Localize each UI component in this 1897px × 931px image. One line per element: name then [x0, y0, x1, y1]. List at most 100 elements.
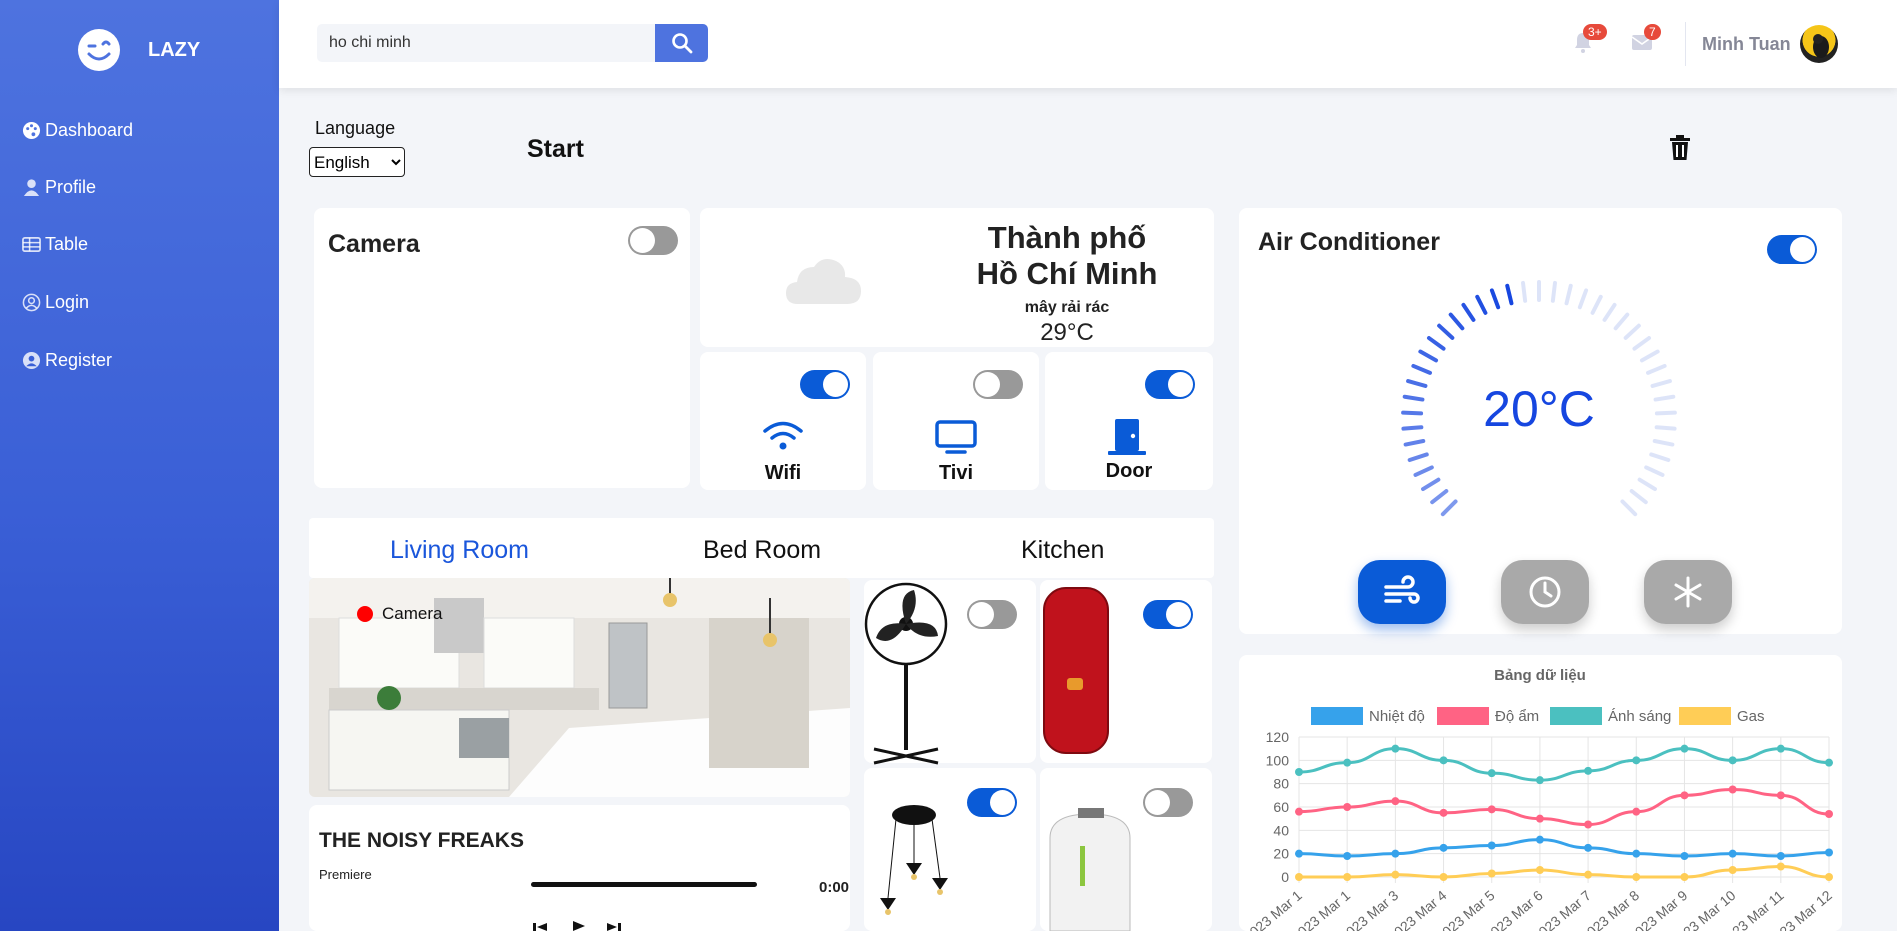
- sidebar-item-register[interactable]: Register: [22, 350, 112, 371]
- data-point[interactable]: [1728, 849, 1737, 858]
- data-point[interactable]: [1391, 797, 1400, 806]
- legend-label[interactable]: Gas: [1737, 708, 1765, 725]
- door-icon: [1108, 419, 1146, 455]
- data-point[interactable]: [1391, 870, 1400, 879]
- previous-icon[interactable]: [533, 923, 553, 931]
- data-point[interactable]: [1680, 744, 1689, 753]
- data-point[interactable]: [1776, 744, 1785, 753]
- data-point[interactable]: [1535, 776, 1544, 785]
- language-select[interactable]: English: [309, 147, 405, 177]
- data-point[interactable]: [1535, 814, 1544, 823]
- device-card-wifi: Wifi: [700, 352, 866, 490]
- messages-button[interactable]: 7: [1630, 24, 1661, 56]
- data-point[interactable]: [1632, 807, 1641, 816]
- start-button[interactable]: Start: [527, 135, 584, 164]
- sidebar-item-login[interactable]: Login: [22, 292, 89, 313]
- speaker-toggle[interactable]: [1143, 600, 1193, 629]
- data-point[interactable]: [1632, 873, 1641, 881]
- data-point[interactable]: [1535, 835, 1544, 844]
- data-point[interactable]: [1487, 841, 1496, 850]
- data-point[interactable]: [1776, 852, 1785, 860]
- data-point[interactable]: [1487, 769, 1496, 778]
- data-point[interactable]: [1584, 843, 1593, 852]
- data-point[interactable]: [1391, 744, 1400, 753]
- data-point[interactable]: [1776, 862, 1785, 871]
- data-point[interactable]: [1343, 803, 1352, 811]
- data-point[interactable]: [1391, 849, 1400, 858]
- data-point[interactable]: [1680, 852, 1689, 860]
- legend-swatch: [1311, 707, 1363, 725]
- sidebar-item-label: Login: [45, 292, 90, 312]
- data-point[interactable]: [1295, 873, 1303, 881]
- trash-icon[interactable]: [1669, 135, 1691, 161]
- ac-mode-timer-button[interactable]: [1501, 560, 1589, 624]
- purifier-toggle[interactable]: [1143, 788, 1193, 817]
- sidebar-item-table[interactable]: Table: [22, 234, 88, 255]
- dial-tick: [1654, 425, 1677, 431]
- data-point[interactable]: [1825, 848, 1833, 857]
- wifi-toggle[interactable]: [800, 370, 850, 399]
- speaker-icon: [1043, 587, 1109, 754]
- dial-tick: [1437, 323, 1455, 340]
- data-point[interactable]: [1584, 820, 1593, 829]
- search-button[interactable]: [655, 24, 708, 62]
- data-point[interactable]: [1439, 756, 1448, 765]
- y-tick-label: 120: [1266, 729, 1290, 745]
- data-point[interactable]: [1825, 810, 1833, 818]
- data-point[interactable]: [1632, 849, 1641, 858]
- cloud-icon: [786, 259, 861, 304]
- camera-toggle[interactable]: [628, 226, 678, 255]
- search-input[interactable]: [317, 24, 659, 62]
- data-point[interactable]: [1584, 870, 1593, 879]
- device-label: Door: [1105, 460, 1153, 482]
- data-point[interactable]: [1295, 768, 1303, 776]
- data-point[interactable]: [1680, 873, 1689, 881]
- data-point[interactable]: [1439, 808, 1448, 817]
- data-point[interactable]: [1632, 756, 1641, 765]
- data-point[interactable]: [1439, 873, 1448, 881]
- sidebar-item-dashboard[interactable]: Dashboard: [22, 120, 133, 141]
- tab-living-room[interactable]: Living Room: [390, 536, 529, 565]
- brand[interactable]: LAZY: [78, 29, 200, 71]
- data-point[interactable]: [1680, 791, 1689, 800]
- topbar-divider: [1685, 22, 1686, 66]
- tivi-toggle[interactable]: [973, 370, 1023, 399]
- data-point[interactable]: [1487, 869, 1496, 878]
- data-point[interactable]: [1295, 807, 1303, 816]
- lamp-toggle[interactable]: [967, 788, 1017, 817]
- data-point[interactable]: [1728, 756, 1737, 765]
- data-point[interactable]: [1487, 805, 1496, 814]
- weather-card: Thành phố Hồ Chí Minh mây rải rác 29°C: [700, 208, 1214, 347]
- door-toggle[interactable]: [1145, 370, 1195, 399]
- legend-swatch: [1550, 707, 1602, 725]
- data-point[interactable]: [1776, 791, 1785, 800]
- data-point[interactable]: [1343, 758, 1352, 767]
- avatar[interactable]: [1800, 25, 1838, 63]
- data-point[interactable]: [1295, 849, 1303, 858]
- data-point[interactable]: [1439, 843, 1448, 852]
- tab-kitchen[interactable]: Kitchen: [1021, 536, 1104, 565]
- data-point[interactable]: [1825, 873, 1833, 881]
- data-point[interactable]: [1825, 758, 1833, 767]
- data-point[interactable]: [1343, 852, 1352, 860]
- music-progress-bar[interactable]: [531, 882, 757, 887]
- data-point[interactable]: [1535, 866, 1544, 874]
- user-name[interactable]: Minh Tuan: [1702, 34, 1791, 55]
- legend-label[interactable]: Ánh sáng: [1608, 708, 1671, 725]
- legend-label[interactable]: Nhiệt độ: [1369, 708, 1425, 725]
- sidebar-item-profile[interactable]: Profile: [22, 177, 96, 198]
- data-point[interactable]: [1584, 766, 1593, 775]
- data-point[interactable]: [1728, 866, 1737, 874]
- tab-bed-room[interactable]: Bed Room: [703, 536, 821, 565]
- ac-mode-cool-button[interactable]: [1644, 560, 1732, 624]
- data-point[interactable]: [1343, 873, 1352, 881]
- wind-icon: [1384, 575, 1420, 604]
- play-icon[interactable]: [571, 921, 587, 931]
- next-icon[interactable]: [601, 923, 621, 931]
- fan-toggle[interactable]: [967, 600, 1017, 629]
- data-point[interactable]: [1728, 785, 1737, 794]
- legend-label[interactable]: Độ ẩm: [1495, 708, 1539, 725]
- ac-toggle[interactable]: [1767, 235, 1817, 264]
- alerts-button[interactable]: 3+: [1571, 24, 1607, 56]
- ac-mode-wind-button[interactable]: [1358, 560, 1446, 624]
